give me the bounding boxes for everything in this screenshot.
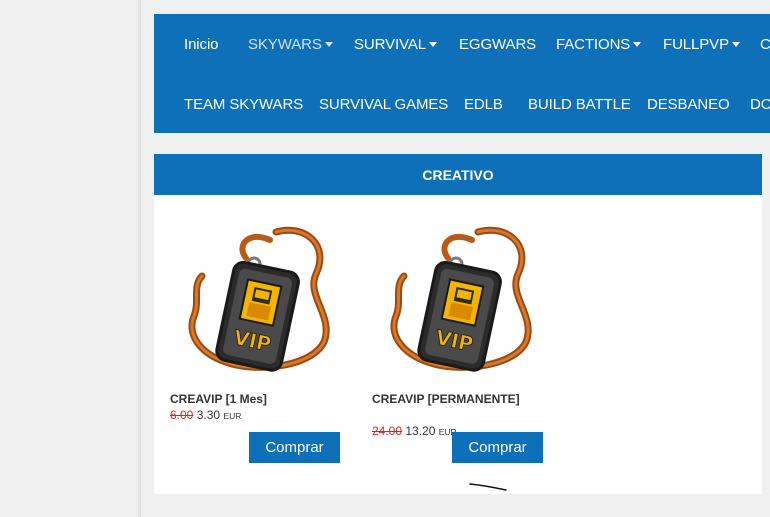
nav-item-survival[interactable]: SURVIVAL	[354, 14, 438, 74]
nav-label: DESBANEO	[647, 96, 730, 113]
nav-item-edlb[interactable]: EDLB	[464, 74, 503, 133]
scribble-mark	[469, 483, 507, 491]
product-price: 24.00 13.20 EUR	[372, 424, 457, 438]
nav-label: SKYWARS	[248, 36, 322, 53]
current-price: 13.20	[405, 424, 436, 438]
buy-button[interactable]: Comprar	[249, 432, 340, 463]
category-title: CREATIVO	[154, 154, 762, 195]
nav-label: TEAM SKYWARS	[184, 96, 304, 113]
current-price: 3.30	[196, 408, 221, 422]
nav-item-c[interactable]: C	[760, 14, 770, 74]
caret-down-icon	[324, 42, 333, 47]
nav-item-skywars[interactable]: SKYWARS	[248, 14, 333, 74]
nav-label: BUILD BATTLE	[528, 96, 631, 113]
vip-tag-icon: VIP	[390, 226, 532, 372]
nav-item-factions[interactable]: FACTIONS	[556, 14, 642, 74]
nav-item-build-battle[interactable]: BUILD BATTLE	[528, 74, 631, 133]
nav-label: Inicio	[184, 36, 219, 53]
category-panel: CREATIVO VIP CREAVIP [1 Mes] 6.00 3.30 E…	[154, 154, 762, 494]
nav-label: DO	[750, 96, 770, 113]
vip-tag-icon: VIP	[188, 226, 330, 372]
nav-label: EDLB	[464, 96, 503, 113]
buy-button[interactable]: Comprar	[452, 432, 543, 463]
product-price: 6.00 3.30 EUR	[170, 408, 241, 422]
nav-label: FACTIONS	[556, 36, 631, 53]
nav-label: EGGWARS	[459, 36, 537, 53]
caret-down-icon	[429, 42, 438, 47]
nav-item-eggwars[interactable]: EGGWARS	[459, 14, 536, 74]
old-price: 24.00	[372, 424, 403, 438]
main-nav: Inicio SKYWARS SURVIVAL EGGWARS FACTIONS…	[154, 14, 770, 133]
nav-item-survival-games[interactable]: SURVIVAL GAMES	[319, 74, 448, 133]
nav-label: SURVIVAL GAMES	[319, 96, 449, 113]
currency: EUR	[223, 411, 242, 421]
nav-item-do[interactable]: DO	[750, 74, 770, 133]
nav-item-team-skywars[interactable]: TEAM SKYWARS	[184, 74, 303, 133]
nav-item-inicio[interactable]: Inicio	[184, 14, 219, 74]
nav-label: FULLPVP	[663, 36, 729, 53]
nav-label: SURVIVAL	[354, 36, 427, 53]
product-name: CREAVIP [1 Mes]	[170, 392, 267, 406]
nav-label: C	[760, 36, 770, 53]
left-gutter	[0, 0, 138, 517]
old-price: 6.00	[170, 408, 194, 422]
vertical-divider	[138, 0, 141, 517]
product-name: CREAVIP [PERMANENTE]	[372, 392, 520, 406]
caret-down-icon	[732, 42, 740, 47]
nav-item-fullpvp[interactable]: FULLPVP	[663, 14, 740, 74]
caret-down-icon	[633, 42, 642, 47]
nav-item-desbaneo[interactable]: DESBANEO	[647, 74, 730, 133]
